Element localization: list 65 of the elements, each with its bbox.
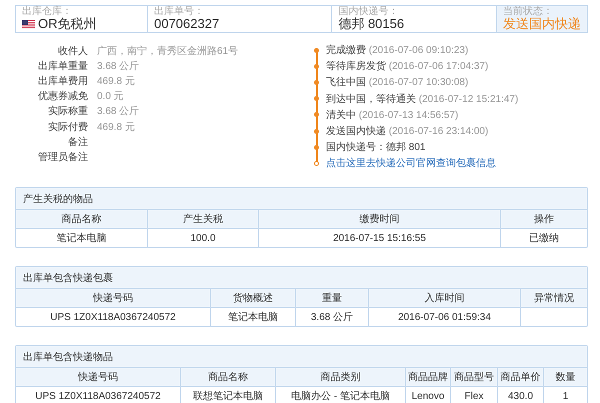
summary-label: 当前状态：	[503, 7, 554, 17]
table-cell: 联想笔记本电脑	[181, 387, 276, 403]
column-header: 快递号码	[16, 368, 181, 386]
summary-value: OR免税州	[38, 17, 96, 31]
column-header: 货物概述	[211, 289, 296, 307]
table-cell-text: 1	[562, 390, 570, 403]
timeline-event: 清关中 (2016-07-13 14:56:57)	[326, 108, 458, 122]
table-cell: 2016-07-15 15:16:55	[259, 229, 501, 247]
column-header: 异常情况	[533, 292, 575, 306]
table-cell: Lenovo	[406, 387, 451, 403]
column-header: 入库时间	[369, 289, 521, 307]
detail-value: 3.68 公斤	[97, 60, 140, 73]
table-cell: 430.0	[498, 387, 544, 403]
detail-value: 469.8 元	[97, 120, 135, 134]
column-header: 商品单价	[498, 368, 544, 386]
section-title: 产生关税的物品	[23, 192, 93, 206]
table-cell: 笔记本电脑	[16, 229, 148, 247]
table-cell: 100.0	[148, 229, 259, 247]
column-header: 商品名称	[181, 368, 276, 386]
summary-label: 出库单号：	[154, 7, 206, 17]
detail-value: 469.8 元	[97, 74, 135, 88]
column-header: 商品品牌	[406, 368, 451, 386]
column-header: 快递号码	[16, 289, 211, 307]
table-cell: 电脑办公 - 笔记本电脑	[276, 387, 406, 403]
column-header: 商品名称	[16, 210, 148, 228]
detail-label: 备注	[67, 136, 88, 149]
summary-value: 007062327	[154, 17, 220, 31]
detail-label: 管理员备注	[37, 150, 88, 164]
tracking-link[interactable]: 点击这里去快递公司官网查询包裹信息	[326, 156, 496, 170]
detail-label: 出库单重量	[37, 60, 88, 73]
detail-label: 优惠券减免	[37, 90, 88, 104]
table-cell: UPS 1Z0X118A0367240572	[16, 308, 211, 326]
column-header: 商品型号	[451, 368, 498, 386]
section-title: 出库单包含快递包裹	[23, 272, 113, 284]
detail-label: 实际称重	[47, 104, 88, 118]
column-header: 数量	[554, 371, 576, 385]
timeline-event: 飞往中国 (2016-07-07 10:30:08)	[326, 76, 468, 90]
detail-value: 3.68 公斤	[97, 104, 140, 118]
table-cell: 3.68 公斤	[296, 308, 369, 326]
summary-value: 德邦 80156	[338, 17, 404, 31]
summary-label: 出库仓库：	[22, 7, 73, 17]
table-cell: 笔记本电脑	[211, 308, 296, 326]
detail-label: 收件人	[57, 44, 88, 58]
detail-label: 出库单费用	[37, 74, 88, 88]
detail-value: 广西，南宁，青秀区金洲路61号	[97, 44, 238, 58]
timeline-event: 等待库房发货 (2016-07-06 17:04:37)	[326, 60, 488, 74]
table-cell: UPS 1Z0X118A0367240572	[16, 387, 181, 403]
summary-label: 国内快递号：	[338, 7, 400, 17]
us-flag-icon	[22, 20, 35, 28]
table-cell-text: 已缴纳	[528, 232, 560, 246]
column-header: 产生关税	[148, 210, 259, 228]
column-header: 操作	[533, 213, 555, 227]
column-header: 商品类别	[276, 368, 406, 386]
table-cell: Flex	[451, 387, 498, 403]
timeline-event: 发送国内快递 (2016-07-16 23:14:00)	[326, 124, 488, 138]
detail-value: 0.0 元	[97, 90, 124, 104]
timeline-event: 国内快递号：德邦 801	[326, 140, 426, 154]
summary-value: 发送国内快递	[503, 17, 581, 31]
timeline-event: 完成缴费 (2016-07-06 09:10:23)	[326, 44, 468, 58]
table-cell: 2016-07-06 01:59:34	[369, 308, 521, 326]
column-header: 缴费时间	[259, 210, 501, 228]
timeline-event: 到达中国，等待通关 (2016-07-12 15:21:47)	[326, 92, 518, 106]
section-title: 出库单包含快递物品	[23, 350, 113, 364]
detail-label: 实际付费	[47, 120, 88, 134]
column-header: 重量	[296, 289, 369, 307]
